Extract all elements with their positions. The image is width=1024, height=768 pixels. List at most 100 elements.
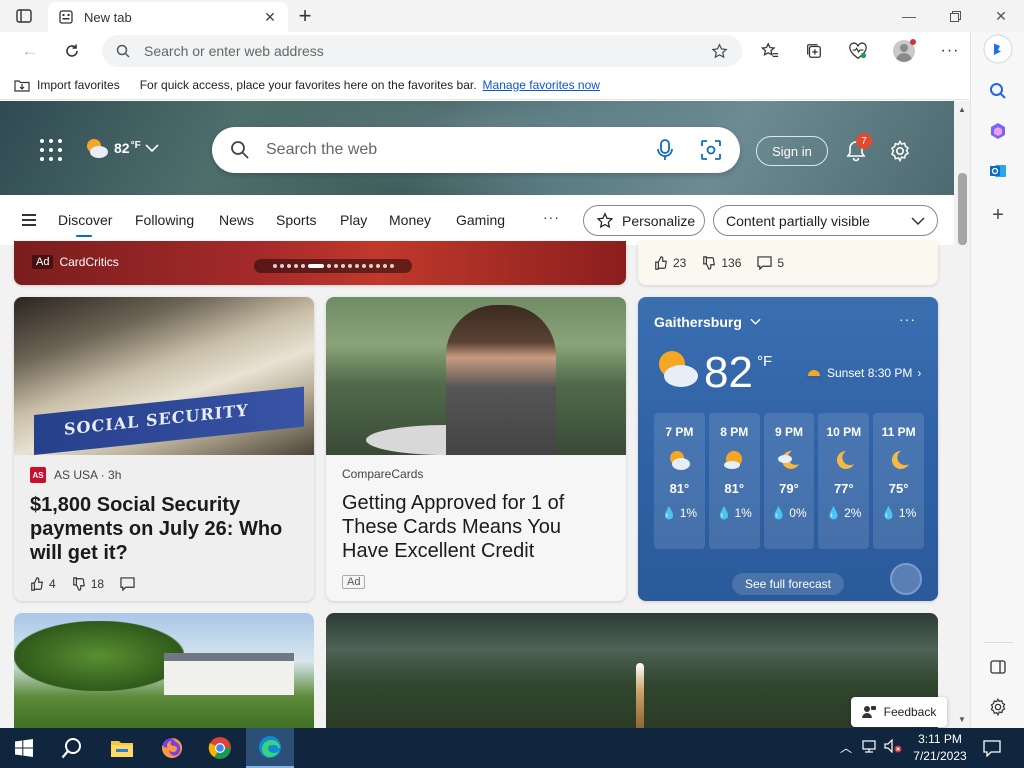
tab-following[interactable]: Following — [135, 212, 194, 228]
scroll-up-arrow-icon[interactable]: ▲ — [958, 105, 966, 114]
minimize-button[interactable]: — — [886, 0, 932, 32]
taskbar-search-button[interactable] — [48, 728, 96, 768]
new-tab-button[interactable]: + — [294, 3, 316, 28]
feedback-button[interactable]: Feedback — [851, 697, 947, 727]
hide-sidebar-button[interactable] — [983, 652, 1013, 682]
volume-muted-icon[interactable] — [884, 738, 902, 756]
weather-location[interactable]: Gaithersburg — [654, 314, 761, 330]
show-hidden-icons-button[interactable]: ︿ — [840, 739, 852, 756]
article-card-social-security[interactable]: SOCIAL SECURITY AS AS USA · 3h $1,800 So… — [14, 297, 314, 601]
sidebar-outlook-button[interactable] — [983, 156, 1013, 186]
tab-discover[interactable]: Discover — [58, 212, 112, 237]
hour-forecast[interactable]: 11 PM 75° 💧 1% — [873, 413, 924, 549]
content-visibility-dropdown[interactable]: Content partially visible — [713, 205, 938, 236]
app-launcher-icon[interactable] — [40, 139, 62, 161]
search-icon — [990, 83, 1006, 99]
thumbs-up-icon — [31, 577, 43, 591]
edge-button[interactable] — [246, 728, 294, 768]
profile-button[interactable] — [890, 37, 918, 65]
chrome-button[interactable] — [196, 728, 244, 768]
reactions-bar: 4 18 — [30, 577, 300, 591]
article-headline[interactable]: $1,800 Social Security payments on July … — [30, 493, 300, 565]
manage-favorites-link[interactable]: Manage favorites now — [483, 78, 600, 92]
ad-tag: Ad — [342, 575, 366, 589]
close-window-button[interactable]: ✕ — [978, 0, 1024, 32]
visual-search-icon[interactable] — [700, 139, 722, 161]
favorites-button[interactable] — [756, 37, 784, 65]
scroll-down-arrow-icon[interactable]: ▼ — [958, 715, 966, 724]
article-source-text: AS USA · 3h — [54, 468, 122, 482]
sidebar-toggle-icon — [990, 660, 1006, 674]
hour-temp: 81° — [724, 481, 745, 496]
page-settings-button[interactable] — [886, 137, 914, 165]
sidebar-office-button[interactable] — [983, 116, 1013, 146]
weather-more-button[interactable]: ··· — [899, 311, 916, 327]
microphone-icon[interactable] — [656, 139, 674, 161]
network-icon[interactable] — [862, 739, 878, 756]
file-explorer-button[interactable] — [98, 728, 146, 768]
browser-essentials-button[interactable] — [844, 37, 872, 65]
web-search-box[interactable]: Search the web — [212, 127, 740, 173]
comments-button[interactable]: 5 — [757, 256, 784, 270]
dislike-button[interactable]: 136 — [702, 256, 741, 270]
tab-news[interactable]: News — [219, 212, 254, 228]
hero-weather-widget[interactable]: 82 °F — [84, 137, 159, 159]
sponsored-carousel-card[interactable]: Ad CardCritics — [14, 241, 626, 285]
action-center-icon — [983, 740, 1001, 757]
active-tab[interactable]: New tab ✕ — [48, 2, 288, 32]
personalize-button[interactable]: Personalize — [583, 205, 705, 236]
sidebar-settings-button[interactable] — [983, 692, 1013, 722]
like-button[interactable]: 23 — [654, 256, 686, 270]
taskbar-clock[interactable]: 3:11 PM 7/21/2023 — [906, 731, 974, 765]
like-button[interactable]: 4 — [30, 577, 56, 591]
sign-in-button[interactable]: Sign in — [756, 136, 828, 166]
see-full-forecast-button[interactable]: See full forecast — [732, 573, 844, 595]
close-tab-icon[interactable]: ✕ — [262, 9, 278, 25]
article-image-forest[interactable] — [326, 613, 938, 728]
address-bar[interactable]: Search or enter web address — [102, 35, 742, 67]
add-favorite-star-icon[interactable] — [711, 42, 728, 60]
sponsored-article-card[interactable]: CompareCards Getting Approved for 1 of T… — [326, 297, 626, 601]
hour-forecast[interactable]: 9 PM 79° 💧 0% — [763, 413, 815, 549]
refresh-button[interactable] — [58, 37, 86, 65]
article-image-house[interactable] — [14, 613, 314, 728]
hour-forecast[interactable]: 7 PM 81° 💧 1% — [654, 413, 705, 549]
feedback-icon — [861, 706, 876, 718]
sunset-time[interactable]: Sunset 8:30 PM › — [806, 366, 921, 380]
import-favorites-button[interactable]: Import favorites — [14, 78, 120, 92]
article-card-partial[interactable]: 23 136 5 — [638, 241, 938, 285]
notification-center-button[interactable] — [970, 728, 1014, 768]
tab-gaming[interactable]: Gaming — [456, 212, 505, 228]
settings-more-button[interactable]: ··· — [936, 37, 964, 65]
sidebar-add-button[interactable]: + — [983, 200, 1013, 230]
hour-precip: 2% — [844, 506, 862, 520]
hour-forecast[interactable]: 8 PM 81° 💧 1% — [708, 413, 760, 549]
favorites-bar: Import favorites For quick access, place… — [0, 70, 970, 100]
carousel-pager[interactable] — [254, 259, 412, 273]
tab-actions-button[interactable] — [10, 6, 38, 26]
start-button[interactable] — [0, 728, 48, 768]
raindrop-icon: 💧 — [661, 506, 677, 520]
hamburger-menu-icon[interactable] — [22, 214, 40, 226]
page-scrollbar[interactable]: ▲ ▼ — [954, 101, 970, 728]
scrollbar-thumb[interactable] — [958, 173, 967, 245]
collections-button[interactable] — [800, 37, 828, 65]
tab-play[interactable]: Play — [340, 212, 367, 228]
bing-copilot-button[interactable] — [983, 34, 1013, 64]
hour-forecast[interactable]: 10 PM 77° 💧 2% — [818, 413, 870, 549]
sidebar-search-button[interactable] — [983, 76, 1013, 106]
firefox-button[interactable] — [148, 728, 196, 768]
weather-map-icon[interactable] — [890, 563, 922, 595]
article-headline[interactable]: Getting Approved for 1 of These Cards Me… — [342, 491, 612, 563]
restore-button[interactable] — [932, 0, 978, 32]
back-button[interactable]: ← — [16, 37, 44, 65]
hour-temp: 75° — [888, 481, 909, 496]
tab-money[interactable]: Money — [389, 212, 431, 228]
comments-button[interactable] — [120, 577, 135, 591]
reactions-bar: 23 136 5 — [654, 256, 784, 270]
more-categories-button[interactable]: ··· — [543, 209, 560, 225]
notifications-button[interactable]: 7 — [842, 133, 872, 165]
tab-sports[interactable]: Sports — [276, 212, 316, 228]
dislike-button[interactable]: 18 — [72, 577, 104, 591]
weather-card[interactable]: Gaithersburg ··· 82 °F Sunset 8:30 PM › … — [638, 297, 938, 601]
